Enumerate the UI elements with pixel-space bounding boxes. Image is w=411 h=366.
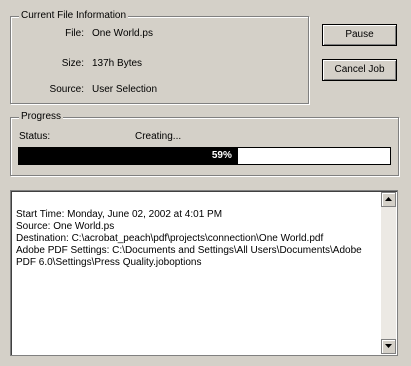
- status-label: Status:: [19, 131, 51, 142]
- scroll-down-arrow[interactable]: [381, 339, 396, 354]
- status-row: Status: Creating...: [19, 131, 389, 143]
- triangle-down-icon: [385, 344, 392, 348]
- triangle-up-icon: [385, 197, 392, 201]
- source-value: User Selection: [92, 84, 158, 95]
- current-file-info-group: Current File Information File: One World…: [10, 10, 309, 104]
- cancel-job-button[interactable]: Cancel Job: [322, 59, 397, 81]
- pause-button[interactable]: Pause: [322, 24, 397, 46]
- file-value: One World.ps: [92, 28, 153, 39]
- file-label: File:: [65, 28, 84, 39]
- size-label: Size:: [61, 58, 84, 69]
- scroll-up-arrow[interactable]: [381, 192, 396, 207]
- size-value: 137h Bytes: [92, 58, 143, 69]
- file-info-legend: Current File Information: [19, 10, 129, 21]
- status-value: Creating...: [135, 131, 182, 142]
- size-row: Size: 137h Bytes: [11, 57, 308, 71]
- progress-percent-label: 59%: [211, 150, 232, 161]
- source-row: Source: User Selection: [11, 83, 308, 97]
- file-row: File: One World.ps: [11, 27, 308, 41]
- source-label: Source:: [49, 84, 84, 95]
- log-text: Start Time: Monday, June 02, 2002 at 4:0…: [16, 209, 362, 268]
- progress-legend: Progress: [19, 111, 64, 122]
- progress-bar: 59%: [18, 147, 391, 165]
- log-scrollbar[interactable]: [381, 192, 396, 354]
- progress-group: Progress Status: Creating... 59%: [10, 111, 399, 176]
- log-text-area[interactable]: Start Time: Monday, June 02, 2002 at 4:0…: [10, 190, 398, 356]
- progress-bar-fill: 59%: [19, 148, 238, 164]
